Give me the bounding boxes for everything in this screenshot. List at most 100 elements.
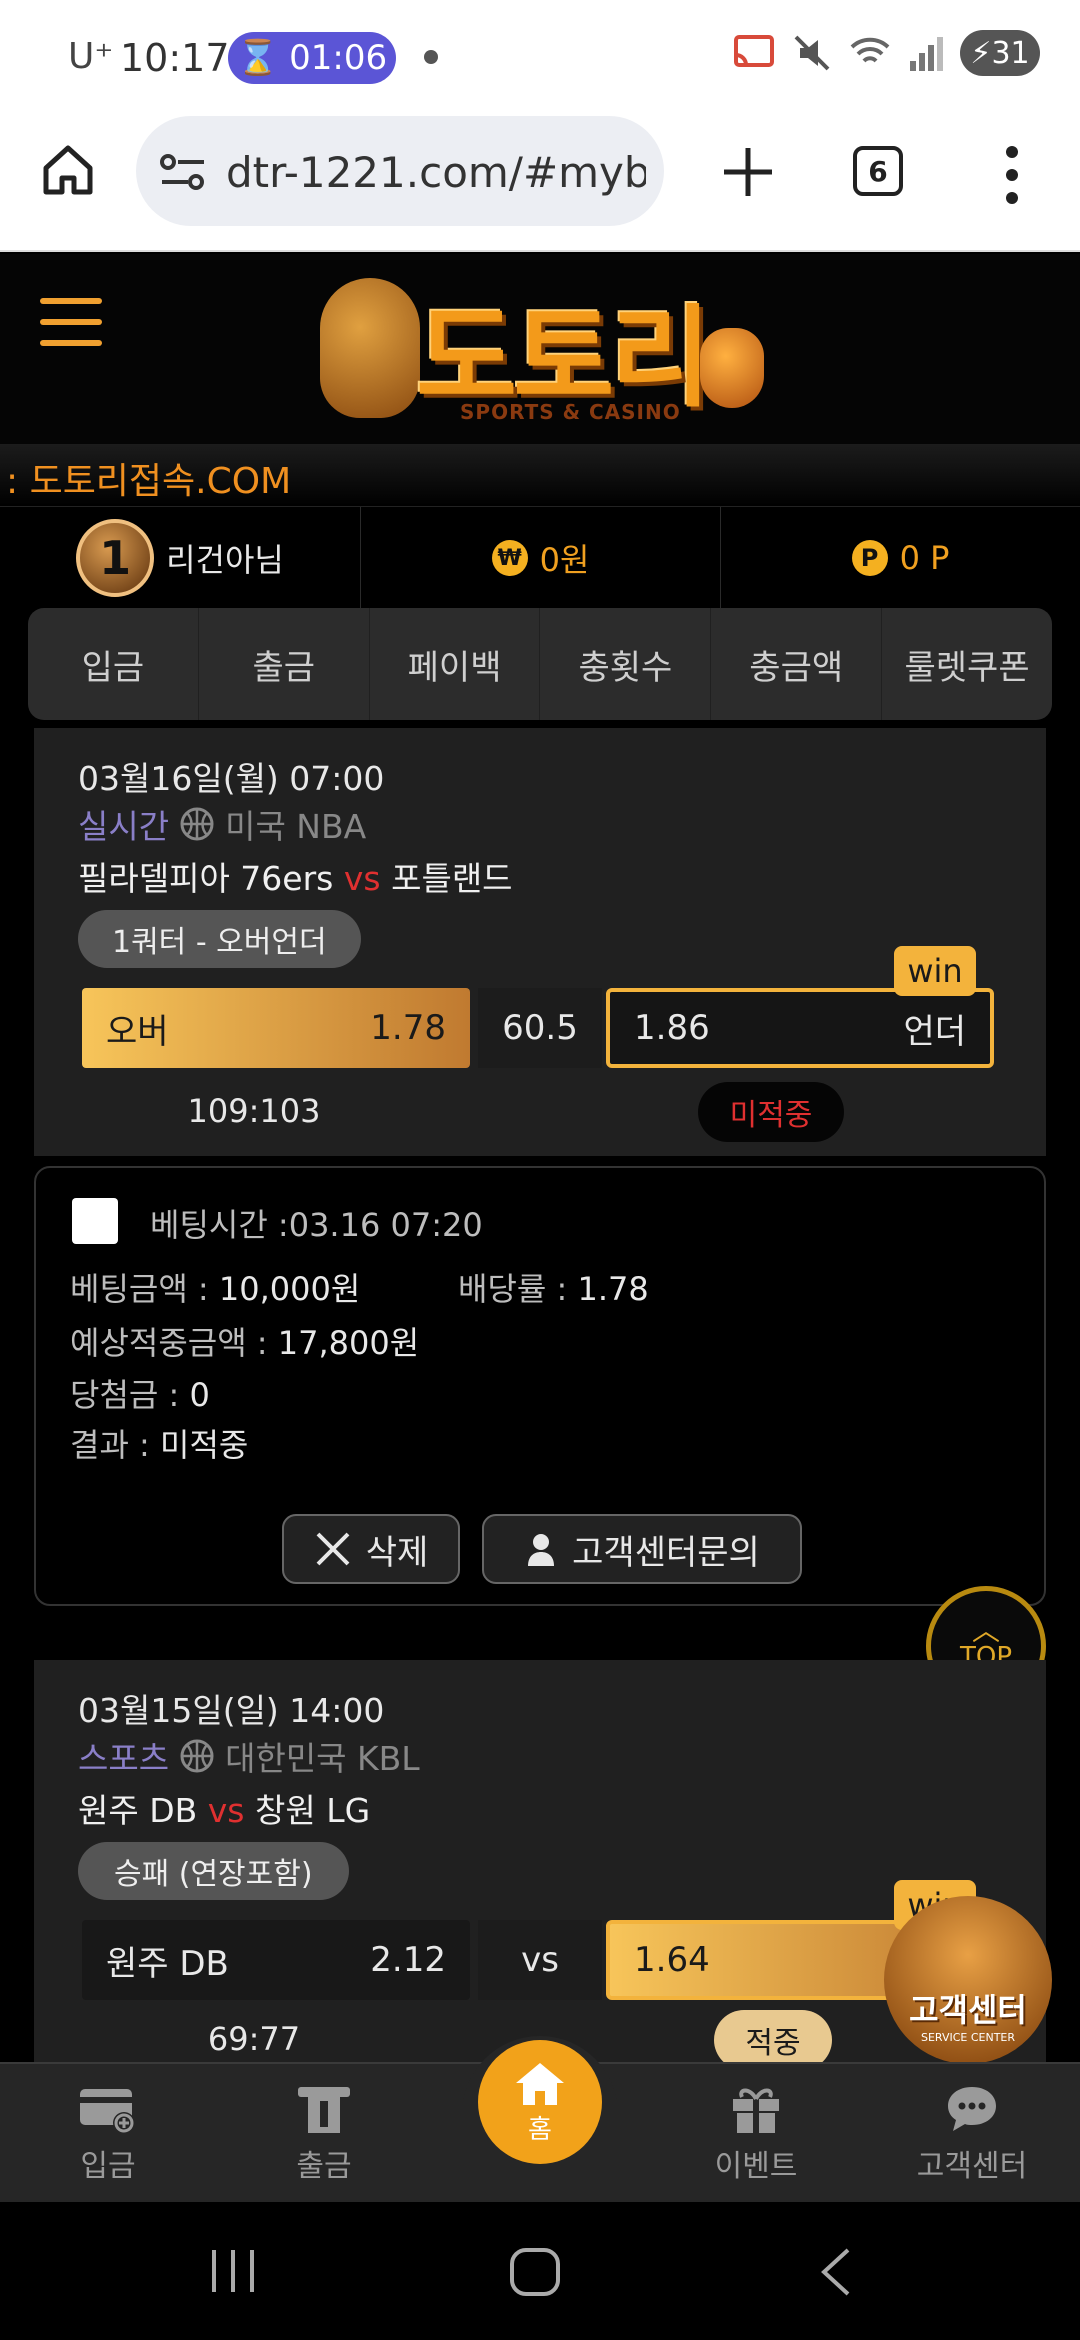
point-coin-icon: P — [851, 540, 888, 576]
bet-datetime: 03월15일(일) 14:00 — [78, 1691, 385, 1730]
select-checkbox[interactable] — [72, 1198, 118, 1244]
system-navigation-bar — [0, 2202, 1080, 2340]
points-amount: 0 P — [899, 539, 950, 577]
browser-toolbar: dtr-1221.com/#mybe 6 — [0, 110, 1080, 252]
timer-value: 01:06 — [289, 38, 388, 78]
delete-button[interactable]: 삭제 — [282, 1514, 460, 1584]
home-odds: 2.12 — [370, 1940, 446, 1980]
result-badge: 적중 — [714, 2010, 832, 2070]
bet-datetime: 03월16일(월) 07:00 — [78, 759, 385, 798]
vs-label: vs — [207, 1791, 245, 1830]
chevron-up-icon: ︿ — [971, 1614, 1000, 1647]
final-score: 69:77 — [207, 2020, 301, 2058]
under-option: 1.86 언더 — [606, 988, 994, 1068]
user-profile[interactable]: 1 리건아님 — [0, 507, 361, 609]
tab-deposit[interactable]: 입금 — [28, 608, 199, 720]
tab-charge-amount[interactable]: 충금액 — [711, 608, 883, 720]
home-system-icon[interactable] — [508, 2246, 564, 2298]
bet-teams: 필라델피아 76ers vs 포틀랜드 — [78, 852, 513, 900]
nav-withdraw[interactable]: 출금 — [216, 2064, 432, 2204]
chat-bubble-icon — [948, 2087, 996, 2131]
mute-icon — [794, 35, 830, 71]
bet-card: 03월16일(월) 07:00 실시간 미국 NBA 필라델피아 76ers v… — [34, 728, 1046, 1156]
wifi-icon — [850, 37, 890, 63]
tab-roulette-coupon[interactable]: 룰렛쿠폰 — [882, 608, 1052, 720]
home-option: 원주 DB 2.12 — [82, 1920, 470, 2000]
odds-row: 배당률 : 1.78 — [458, 1264, 649, 1310]
away-team: 포틀랜드 — [391, 859, 513, 898]
signal-icon — [910, 37, 943, 71]
card-deposit-icon — [80, 2089, 135, 2134]
clock: 10:17 — [120, 36, 230, 80]
basketball-icon — [180, 807, 214, 841]
over-label: 오버 — [106, 1011, 169, 1052]
bet-amount-label: 베팅금액 : — [70, 1270, 209, 1308]
final-score: 109:103 — [187, 1092, 321, 1130]
service-center-title: 고객센터 — [909, 1991, 1027, 2029]
nav-home-button[interactable]: 홈 — [478, 2040, 602, 2164]
hamburger-menu-icon[interactable] — [40, 298, 102, 361]
service-center-sub: SERVICE CENTER — [920, 2031, 1016, 2044]
bet-teams: 원주 DB vs 창원 LG — [78, 1784, 370, 1832]
bet-kind: 실시간 — [78, 807, 170, 846]
nav-home-label: 홈 — [528, 2114, 552, 2145]
bet-detail-box: 베팅시간 :03.16 07:20 베팅금액 : 10,000원 배당률 : 1… — [34, 1166, 1046, 1606]
market-pill: 1쿼터 - 오버언더 — [78, 910, 361, 968]
username: 리건아님 — [166, 541, 284, 579]
bet-league: 대한민국 KBL — [225, 1739, 420, 1778]
result-label: 결과 : — [70, 1426, 150, 1464]
result-badge: 미적중 — [698, 1082, 844, 1142]
site-header: 도토리 SPORTS & CASINO — [0, 254, 1080, 444]
hourglass-icon: ⌛ — [236, 38, 280, 78]
browser-home-icon[interactable] — [38, 140, 98, 200]
level-number: 1 — [99, 531, 132, 585]
tab-switcher-button[interactable]: 6 — [853, 146, 903, 196]
under-odds: 1.86 — [634, 1008, 710, 1048]
recent-apps-icon[interactable] — [208, 2248, 258, 2294]
nav-deposit-label: 입금 — [80, 2149, 136, 2184]
charging-icon: ⚡ — [970, 35, 992, 71]
expected-row: 예상적중금액 : 17,800원 — [70, 1318, 419, 1364]
status-bar: U⁺ 10:17 ⌛ 01:06 ⚡ 31 — [0, 0, 1080, 110]
new-tab-icon[interactable] — [708, 132, 788, 212]
site-settings-icon[interactable] — [158, 150, 208, 194]
won-coin-icon: ₩ — [491, 540, 528, 576]
win-badge: win — [894, 946, 976, 996]
away-team: 창원 LG — [255, 1791, 371, 1830]
tab-payback[interactable]: 페이백 — [370, 608, 541, 720]
cast-icon — [734, 35, 774, 67]
more-vert-icon[interactable] — [1000, 140, 1024, 210]
notification-dot-icon — [424, 50, 438, 64]
nav-event[interactable]: 이벤트 — [648, 2064, 864, 2204]
home-team: 필라델피아 76ers — [78, 859, 334, 898]
tab-charge-count[interactable]: 충횟수 — [540, 608, 712, 720]
tab-withdraw[interactable]: 출금 — [199, 608, 370, 720]
away-odds: 1.64 — [634, 1940, 710, 1980]
site-logo[interactable]: 도토리 SPORTS & CASINO — [320, 268, 770, 428]
result-row: 결과 : 미적중 — [70, 1420, 248, 1466]
timer-chip: ⌛ 01:06 — [228, 32, 396, 84]
basketball-icon — [180, 1739, 214, 1773]
over-option: 오버 1.78 — [82, 988, 470, 1068]
service-center-floating-button[interactable]: 고객센터 SERVICE CENTER — [884, 1896, 1052, 2064]
battery-level: 31 — [991, 35, 1030, 71]
prize-row: 당첨금 : 0 — [70, 1370, 210, 1416]
back-icon[interactable] — [816, 2246, 856, 2298]
expected-label: 예상적중금액 : — [70, 1324, 268, 1362]
inquiry-button[interactable]: 고객센터문의 — [482, 1514, 802, 1584]
mypage-tabs: 입금 출금 페이백 충횟수 충금액 룰렛쿠폰 — [28, 608, 1052, 720]
acorn-icon — [700, 328, 764, 408]
under-label: 언더 — [903, 1011, 966, 1052]
nav-deposit[interactable]: 입금 — [0, 2064, 216, 2204]
money-amount: 0원 — [539, 541, 590, 579]
vs-middle: vs — [478, 1920, 602, 2000]
bet-league-row: 실시간 미국 NBA — [78, 800, 366, 848]
user-info-bar: 1 리건아님 ₩ 0원 P 0 P — [0, 506, 1080, 609]
bet-time: 베팅시간 :03.16 07:20 — [150, 1206, 483, 1244]
bet-league-row: 스포츠 대한민국 KBL — [78, 1732, 420, 1780]
withdraw-icon — [298, 2087, 350, 2133]
logo-subtitle: SPORTS & CASINO — [460, 400, 681, 424]
address-bar[interactable]: dtr-1221.com/#mybe — [136, 116, 664, 226]
bet-league: 미국 NBA — [225, 807, 367, 846]
nav-support[interactable]: 고객센터 — [864, 2064, 1080, 2204]
